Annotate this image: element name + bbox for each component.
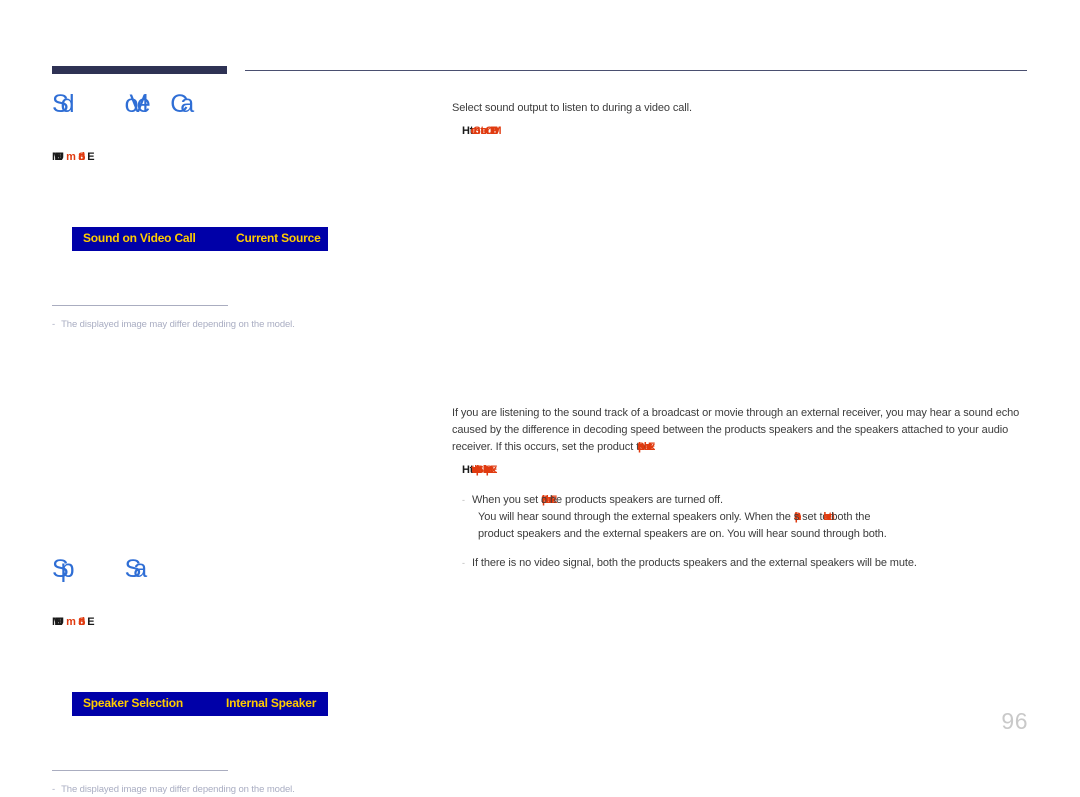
header-rule-thin — [245, 70, 1027, 71]
section-2-footnote: - The displayed image may differ dependi… — [52, 770, 432, 796]
section-1-body: Select sound output to listen to during … — [452, 100, 1027, 139]
section-2-heading: Sp Sa — [52, 557, 432, 587]
heading-glyph: Sd — [52, 92, 67, 117]
breadcrumb-part: m — [66, 152, 69, 163]
section-2-hint: HtSpeaker SelectExternal Speaker — [462, 465, 1027, 478]
list-item-line: You will hear sound through the external… — [478, 509, 887, 526]
heading-glyph: o Vel — [125, 92, 141, 117]
list-bullet: - — [462, 492, 465, 509]
osd-menu-value: Internal Speaker — [226, 696, 316, 710]
hint-red-token: HDMI — [490, 126, 491, 137]
section-2-description: If you are listening to the sound track … — [452, 405, 1027, 456]
section-1-description: Select sound output to listen to during … — [452, 100, 1027, 117]
text-segment: o — [541, 494, 550, 506]
breadcrumb-part: MENU — [52, 617, 57, 628]
page-number: 96 — [1001, 708, 1028, 735]
osd-menu-value: Current Source — [236, 231, 321, 245]
section-sound-on-video-call: Sdo VelCa MENUmSoundE Sound on Video Cal… — [52, 92, 432, 331]
footnote-bullet: - — [52, 784, 55, 796]
osd-menu-label: Sound on Video Call — [83, 231, 196, 245]
breadcrumb: MENUmSoundE — [52, 152, 432, 165]
page-header-rule — [52, 66, 1027, 78]
list-item-line: When you set Speakero Externalhe product… — [472, 492, 887, 509]
list-item: - When you set Speakero Externalhe produ… — [462, 492, 1027, 543]
osd-menu-bar-speaker-selection[interactable]: Speaker Selection Internal Speaker — [72, 692, 328, 716]
footnote-rule — [52, 770, 228, 771]
footnote-text: The displayed image may differ depending… — [61, 319, 295, 331]
text-segment: s set to — [794, 511, 832, 523]
right-column: Select sound output to listen to during … — [452, 100, 1027, 576]
footnote-bullet: - — [52, 319, 55, 331]
text-segment: both the — [831, 511, 870, 523]
breadcrumb-part: E — [87, 617, 88, 628]
breadcrumb-part: MENU — [52, 152, 57, 163]
hint-prefix: Ht — [462, 126, 473, 137]
list-item: - If there is no video signal, both the … — [462, 555, 1027, 572]
text-segment: If there is no video signal, both the pr… — [472, 557, 917, 569]
breadcrumb-part: E — [87, 152, 88, 163]
text-segment: You will hear sound through the external… — [478, 511, 794, 523]
list-item-line: product speakers and the external speake… — [478, 526, 887, 543]
footnote-rule — [52, 305, 228, 306]
heading-glyph: Sp — [52, 557, 67, 582]
breadcrumb: MENUmSoundE — [52, 617, 432, 630]
section-2-body: If you are listening to the sound track … — [452, 405, 1027, 572]
text-segment: When you set — [472, 494, 541, 506]
text-segment: product speakers and the external speake… — [478, 528, 887, 540]
hint-prefix: Ht — [462, 465, 473, 476]
section-1-hint: HtCurrent SourceHDMI — [462, 126, 1027, 139]
section-2-bullet-list: - When you set Speakero Externalhe produ… — [462, 492, 1027, 572]
list-item-line: If there is no video signal, both the pr… — [472, 555, 917, 572]
left-column: Sdo VelCa MENUmSoundE Sound on Video Cal… — [52, 92, 432, 797]
breadcrumb-part: m — [66, 617, 69, 628]
section-1-heading: Sd o Vel Ca — [52, 92, 432, 122]
section-speaker-selection: SpSa MENUmSoundE Speaker Selection Inter… — [52, 557, 432, 796]
osd-menu-bar-sound-on-video-call[interactable]: Sound on Video Call Current Source — [72, 227, 328, 251]
section-1-footnote: - The displayed image may differ dependi… — [52, 305, 432, 331]
osd-menu-label: Speaker Selection — [83, 696, 183, 710]
heading-glyph: Ca — [170, 92, 186, 117]
heading-glyph: Sa — [125, 557, 140, 582]
header-rule-thick — [52, 66, 227, 74]
list-bullet: - — [462, 555, 465, 572]
text-segment: he products speakers are turned off. — [550, 494, 723, 506]
description-text: If you are listening to the sound track … — [452, 407, 1019, 453]
footnote-text: The displayed image may differ depending… — [61, 784, 295, 796]
